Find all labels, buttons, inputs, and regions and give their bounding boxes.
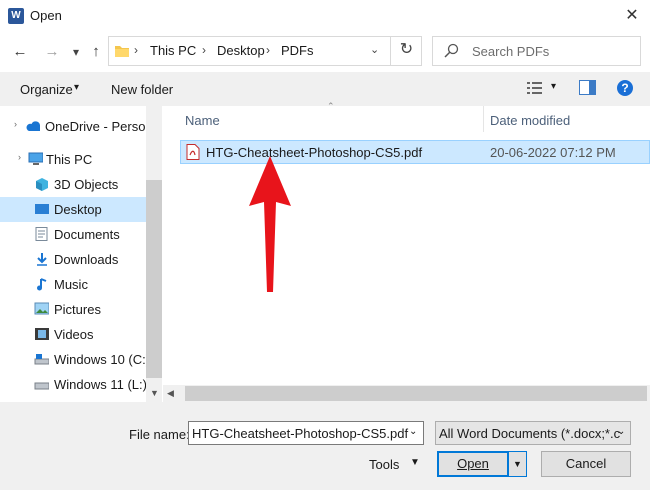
drive-icon	[34, 354, 49, 365]
file-date-cell: 20-06-2022 07:12 PM	[490, 145, 616, 160]
help-button[interactable]: ?	[617, 80, 633, 96]
breadcrumb-pdfs[interactable]: PDFs	[281, 43, 314, 58]
view-details-icon[interactable]	[527, 81, 543, 95]
sidebar-item-label: Downloads	[54, 252, 119, 267]
up-button[interactable]: ↑	[84, 40, 108, 64]
open-button-label: Open	[457, 456, 489, 471]
sidebar-item-label: 3D Objects	[54, 177, 119, 192]
sidebar-item-downloads[interactable]: Downloads	[0, 247, 146, 272]
sort-ascending-icon: ⌃	[327, 101, 335, 111]
file-name-dropdown-icon[interactable]: ⌄	[409, 426, 417, 437]
preview-pane-icon[interactable]	[579, 80, 596, 95]
file-name-value: HTG-Cheatsheet-Photoshop-CS5.pdf	[192, 426, 409, 441]
search-icon	[444, 43, 459, 58]
desktop-icon	[35, 204, 49, 214]
view-options-dropdown-icon[interactable]: ▾	[551, 81, 556, 92]
file-type-dropdown-icon[interactable]: ⌄	[617, 426, 625, 437]
column-header-date-modified[interactable]: Date modified	[490, 113, 570, 128]
sidebar-item-label: This PC	[46, 152, 93, 167]
sidebar-item-videos[interactable]: Videos	[0, 322, 146, 347]
pictures-icon	[34, 302, 49, 315]
sidebar-item-label: Videos	[54, 327, 94, 342]
breadcrumb-desktop[interactable]: Desktop	[217, 43, 265, 58]
sidebar-item-label: Windows 11 (L:)	[54, 377, 146, 392]
computer-icon	[28, 152, 43, 165]
close-button[interactable]: ✕	[618, 4, 646, 28]
breadcrumb-this-pc[interactable]: This PC	[150, 43, 196, 58]
sidebar-item-label: OneDrive - Person	[45, 119, 146, 134]
open-button[interactable]: Open	[437, 451, 509, 477]
3d-objects-icon	[36, 178, 48, 191]
file-name-label: File name:	[129, 427, 190, 442]
organize-dropdown-icon[interactable]: ▾	[74, 82, 79, 93]
tools-button[interactable]: Tools	[369, 457, 399, 472]
navigation-pane: OneDrive - Person This PC 3D Objects Des…	[0, 106, 162, 402]
sidebar-item-this-pc[interactable]: This PC	[0, 147, 146, 172]
documents-icon	[35, 227, 48, 241]
forward-button[interactable]: →	[40, 40, 64, 64]
sidebar-item-windows-10-c[interactable]: Windows 10 (C:)	[0, 347, 146, 372]
column-header-name[interactable]: Name	[185, 113, 220, 128]
horizontal-scrollbar-thumb[interactable]	[185, 386, 647, 401]
scroll-left-chevron-icon[interactable]: ◀	[167, 388, 174, 399]
expand-chevron-icon[interactable]: ›	[18, 152, 21, 162]
sidebar-item-windows-11-l[interactable]: Windows 11 (L:)	[0, 372, 146, 397]
scroll-down-chevron-icon[interactable]: ▼	[150, 388, 159, 398]
file-type-value: All Word Documents (*.docx;*.c	[439, 426, 621, 441]
sidebar-item-label: Desktop	[54, 202, 102, 217]
new-folder-button[interactable]: New folder	[111, 82, 173, 97]
back-button[interactable]: ←	[8, 40, 32, 64]
word-app-icon: W	[8, 8, 24, 24]
sidebar-item-label: Pictures	[54, 302, 101, 317]
folder-icon	[115, 46, 129, 57]
videos-icon	[35, 328, 49, 340]
sidebar-item-pictures[interactable]: Pictures	[0, 297, 146, 322]
music-icon	[37, 278, 47, 291]
sidebar-item-desktop[interactable]: Desktop	[0, 197, 146, 222]
breadcrumb-separator: ›	[266, 43, 270, 57]
window-title: Open	[30, 8, 62, 23]
column-divider[interactable]	[483, 106, 484, 132]
drive-icon	[34, 382, 49, 390]
sidebar-item-music[interactable]: Music	[0, 272, 146, 297]
search-placeholder: Search PDFs	[472, 44, 550, 59]
sidebar-item-label: Windows 10 (C:)	[54, 352, 146, 367]
title-bar	[0, 0, 650, 32]
sidebar-item-label: Music	[54, 277, 88, 292]
cloud-icon	[26, 121, 40, 131]
organize-button[interactable]: Organize	[20, 82, 73, 97]
open-options-dropdown-icon[interactable]: ▼	[508, 451, 527, 477]
sidebar-item-documents[interactable]: Documents	[0, 222, 146, 247]
refresh-button[interactable]: ↻	[390, 36, 422, 66]
sidebar-item-3d-objects[interactable]: 3D Objects	[0, 172, 146, 197]
address-history-chevron-icon[interactable]: ⌄	[370, 43, 379, 56]
sidebar-item-onedrive[interactable]: OneDrive - Person	[0, 114, 146, 139]
sidebar-scrollbar-thumb[interactable]	[146, 180, 162, 378]
breadcrumb-separator: ›	[134, 43, 138, 57]
file-name-cell[interactable]: HTG-Cheatsheet-Photoshop-CS5.pdf	[206, 145, 422, 160]
breadcrumb-separator: ›	[202, 43, 206, 57]
tools-dropdown-icon[interactable]: ▼	[410, 457, 420, 468]
annotation-arrow-icon	[249, 156, 291, 292]
expand-chevron-icon[interactable]: ›	[14, 119, 17, 129]
pdf-file-icon	[186, 144, 200, 160]
sidebar-item-label: Documents	[54, 227, 120, 242]
cancel-button[interactable]: Cancel	[541, 451, 631, 477]
downloads-icon	[37, 253, 47, 266]
